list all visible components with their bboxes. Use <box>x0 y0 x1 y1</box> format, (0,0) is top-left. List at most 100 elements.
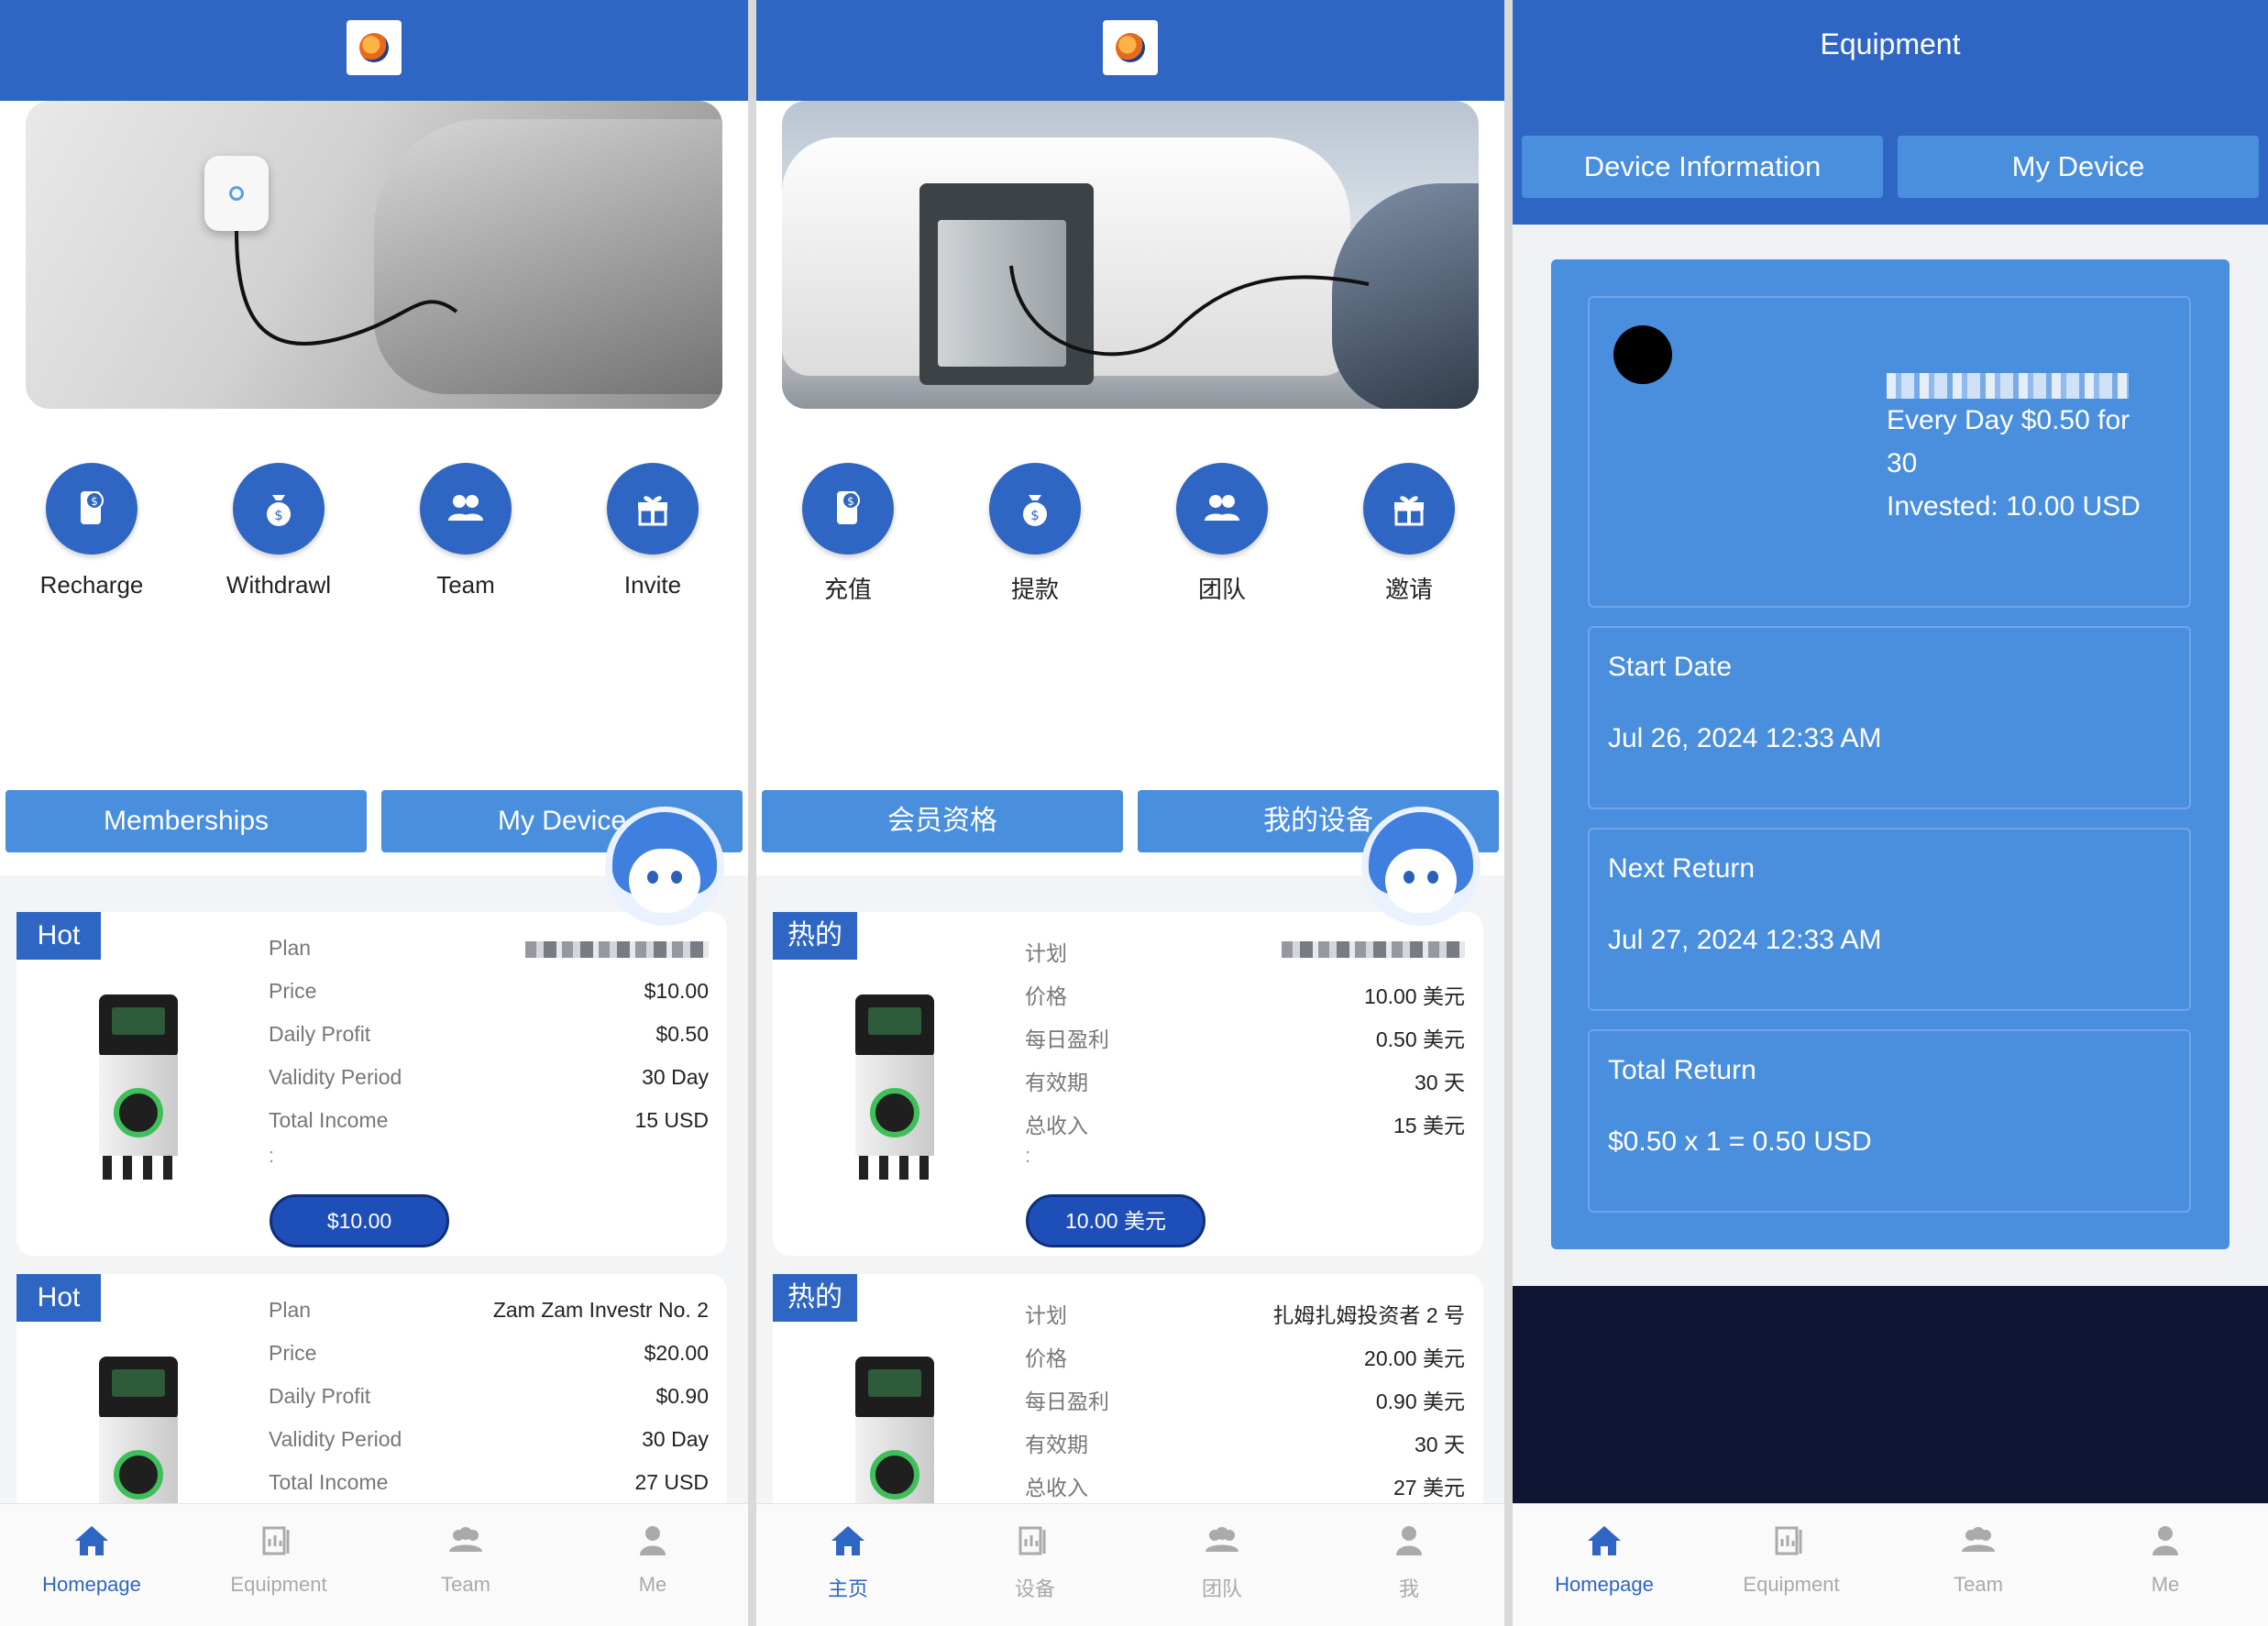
invite-label: Invite <box>623 571 682 599</box>
nav-label: Team <box>1954 1573 2003 1596</box>
withdraw-icon: $ <box>989 463 1081 555</box>
person-icon <box>2152 1526 2178 1555</box>
plan-row: Plan <box>269 928 709 972</box>
nav-team[interactable]: 团队 <box>1149 1521 1295 1602</box>
tab-device-information[interactable]: Device Information <box>1522 136 1883 198</box>
row-value: 0.90 美元 <box>1375 1390 1465 1413</box>
customer-support-icon[interactable] <box>605 807 724 926</box>
total-return-card: Total Return $0.50 x 1 = 0.50 USD <box>1588 1029 2191 1213</box>
price-row: 价格 20.00 美元 <box>1025 1334 1465 1377</box>
nav-team[interactable]: Team <box>1905 1521 2052 1597</box>
row-value: 30 天 <box>1415 1433 1465 1456</box>
row-key: Total Income <box>269 1470 389 1494</box>
invite-action[interactable]: Invite <box>589 463 717 599</box>
top-header <box>0 0 748 101</box>
nav-equipment[interactable]: Equipment <box>1718 1521 1865 1597</box>
svg-text:$: $ <box>274 507 283 523</box>
recharge-label: 充值 <box>823 576 872 603</box>
banner-image[interactable] <box>782 101 1479 409</box>
plan-details: 计划 扎姆扎姆投资者 2 号 价格 20.00 美元 每日盈利 0.90 美元 有效期… <box>1025 1291 1465 1503</box>
plan-list: 热的 计划 价格 10.00 美元 每日盈利 0.50 美元 有效期 30 天 总收入… <box>756 875 1504 1503</box>
charger-device-image <box>99 994 182 1180</box>
nav-homepage[interactable]: Homepage <box>18 1521 165 1597</box>
price-row: Price $10.00 <box>269 972 709 1015</box>
recharge-action[interactable]: $ Recharge <box>28 463 156 599</box>
invite-action[interactable]: 邀请 <box>1345 463 1473 605</box>
row-key: 计划 <box>1025 1303 1067 1327</box>
total-income-row: 总收入 15 美元 <box>1025 1101 1465 1144</box>
nav-label: Me <box>2151 1573 2180 1596</box>
hot-badge: Hot <box>17 912 101 960</box>
row-key: 总收入 <box>1025 1114 1088 1137</box>
nav-me[interactable]: Me <box>2092 1521 2239 1597</box>
total-income-row: Total Income 27 USD <box>269 1463 709 1503</box>
row-key: 每日盈利 <box>1025 1027 1109 1051</box>
buy-plan-button[interactable]: 10.00 美元 <box>1026 1194 1206 1247</box>
row-value: 27 美元 <box>1393 1476 1465 1500</box>
team-icon <box>449 1527 482 1552</box>
gift-icon <box>607 463 699 555</box>
banner-image[interactable] <box>26 101 722 409</box>
row-value: 15 美元 <box>1393 1114 1465 1137</box>
person-icon <box>640 1526 666 1555</box>
row-key: Plan <box>269 936 312 960</box>
withdraw-action[interactable]: $ Withdrawl <box>215 463 343 599</box>
app-logo <box>1103 20 1158 75</box>
app-logo <box>347 20 402 75</box>
blank-row: : <box>269 1144 275 1167</box>
team-action[interactable]: 团队 <box>1158 463 1286 605</box>
row-value: 27 USD <box>634 1470 709 1494</box>
plan-row: Plan Zam Zam Investr No. 2 <box>269 1291 709 1334</box>
nav-label: 我 <box>1398 1577 1419 1600</box>
tab-memberships[interactable]: Memberships <box>6 790 367 852</box>
daily-profit-row: 每日盈利 0.90 美元 <box>1025 1377 1465 1420</box>
team-action[interactable]: Team <box>402 463 530 599</box>
price-row: Price $20.00 <box>269 1334 709 1377</box>
team-label: 团队 <box>1197 576 1246 603</box>
buy-plan-button[interactable]: $10.00 <box>270 1194 449 1247</box>
recharge-action[interactable]: $ 充值 <box>784 463 912 605</box>
charger-device-image <box>855 1357 938 1503</box>
home-icon <box>831 1526 864 1555</box>
plan-row: 计划 <box>1025 928 1465 972</box>
row-value: 30 天 <box>1415 1071 1465 1094</box>
row-value: $20.00 <box>644 1341 709 1365</box>
tab-my-device[interactable]: My Device <box>1898 136 2259 198</box>
row-key: 总收入 <box>1025 1476 1088 1500</box>
nav-homepage[interactable]: Homepage <box>1531 1521 1678 1597</box>
svg-text:$: $ <box>847 495 854 508</box>
charging-cable <box>1009 265 1370 357</box>
nav-label: 团队 <box>1201 1577 1242 1600</box>
row-key: Plan <box>269 1298 312 1322</box>
withdraw-label: Withdrawl <box>226 571 332 599</box>
nav-label: 主页 <box>827 1577 868 1600</box>
start-date-value: Jul 26, 2024 12:33 AM <box>1608 723 1882 753</box>
three-phone-screens: $ Recharge $ Withdrawl Team Invite Membe… <box>0 0 2268 1626</box>
nav-homepage[interactable]: 主页 <box>775 1521 921 1602</box>
validity-row: 有效期 30 天 <box>1025 1420 1465 1463</box>
recharge-icon: $ <box>802 463 894 555</box>
team-icon <box>1962 1527 1995 1552</box>
row-key: Price <box>269 979 317 1003</box>
row-key: Price <box>269 1341 317 1365</box>
row-key: 有效期 <box>1025 1071 1088 1094</box>
price-row: 价格 10.00 美元 <box>1025 972 1465 1015</box>
plan-details: 计划 价格 10.00 美元 每日盈利 0.50 美元 有效期 30 天 总收入 15 … <box>1025 928 1465 1187</box>
home-screen-english: $ Recharge $ Withdrawl Team Invite Membe… <box>0 0 748 1626</box>
nav-equipment[interactable]: 设备 <box>962 1521 1108 1602</box>
device-info-panel: Every Day $0.50 for 30 Invested: 10.00 U… <box>1551 259 2229 1249</box>
nav-me[interactable]: 我 <box>1336 1521 1482 1602</box>
validity-row: Validity Period 30 Day <box>269 1058 709 1101</box>
home-icon <box>75 1526 108 1555</box>
nav-team[interactable]: Team <box>392 1521 539 1597</box>
row-value: 0.50 美元 <box>1375 1027 1465 1051</box>
validity-row: 有效期 30 天 <box>1025 1058 1465 1101</box>
tab-memberships[interactable]: 会员资格 <box>762 790 1123 852</box>
sun-logo-icon <box>359 33 389 62</box>
plan-card: 热的 计划 扎姆扎姆投资者 2 号 价格 20.00 美元 每日盈利 0.90 美元 … <box>773 1274 1483 1503</box>
nav-label: Team <box>441 1573 490 1596</box>
nav-me[interactable]: Me <box>579 1521 726 1597</box>
customer-support-icon[interactable] <box>1361 807 1481 926</box>
withdraw-action[interactable]: $ 提款 <box>971 463 1099 605</box>
nav-equipment[interactable]: Equipment <box>205 1521 352 1597</box>
